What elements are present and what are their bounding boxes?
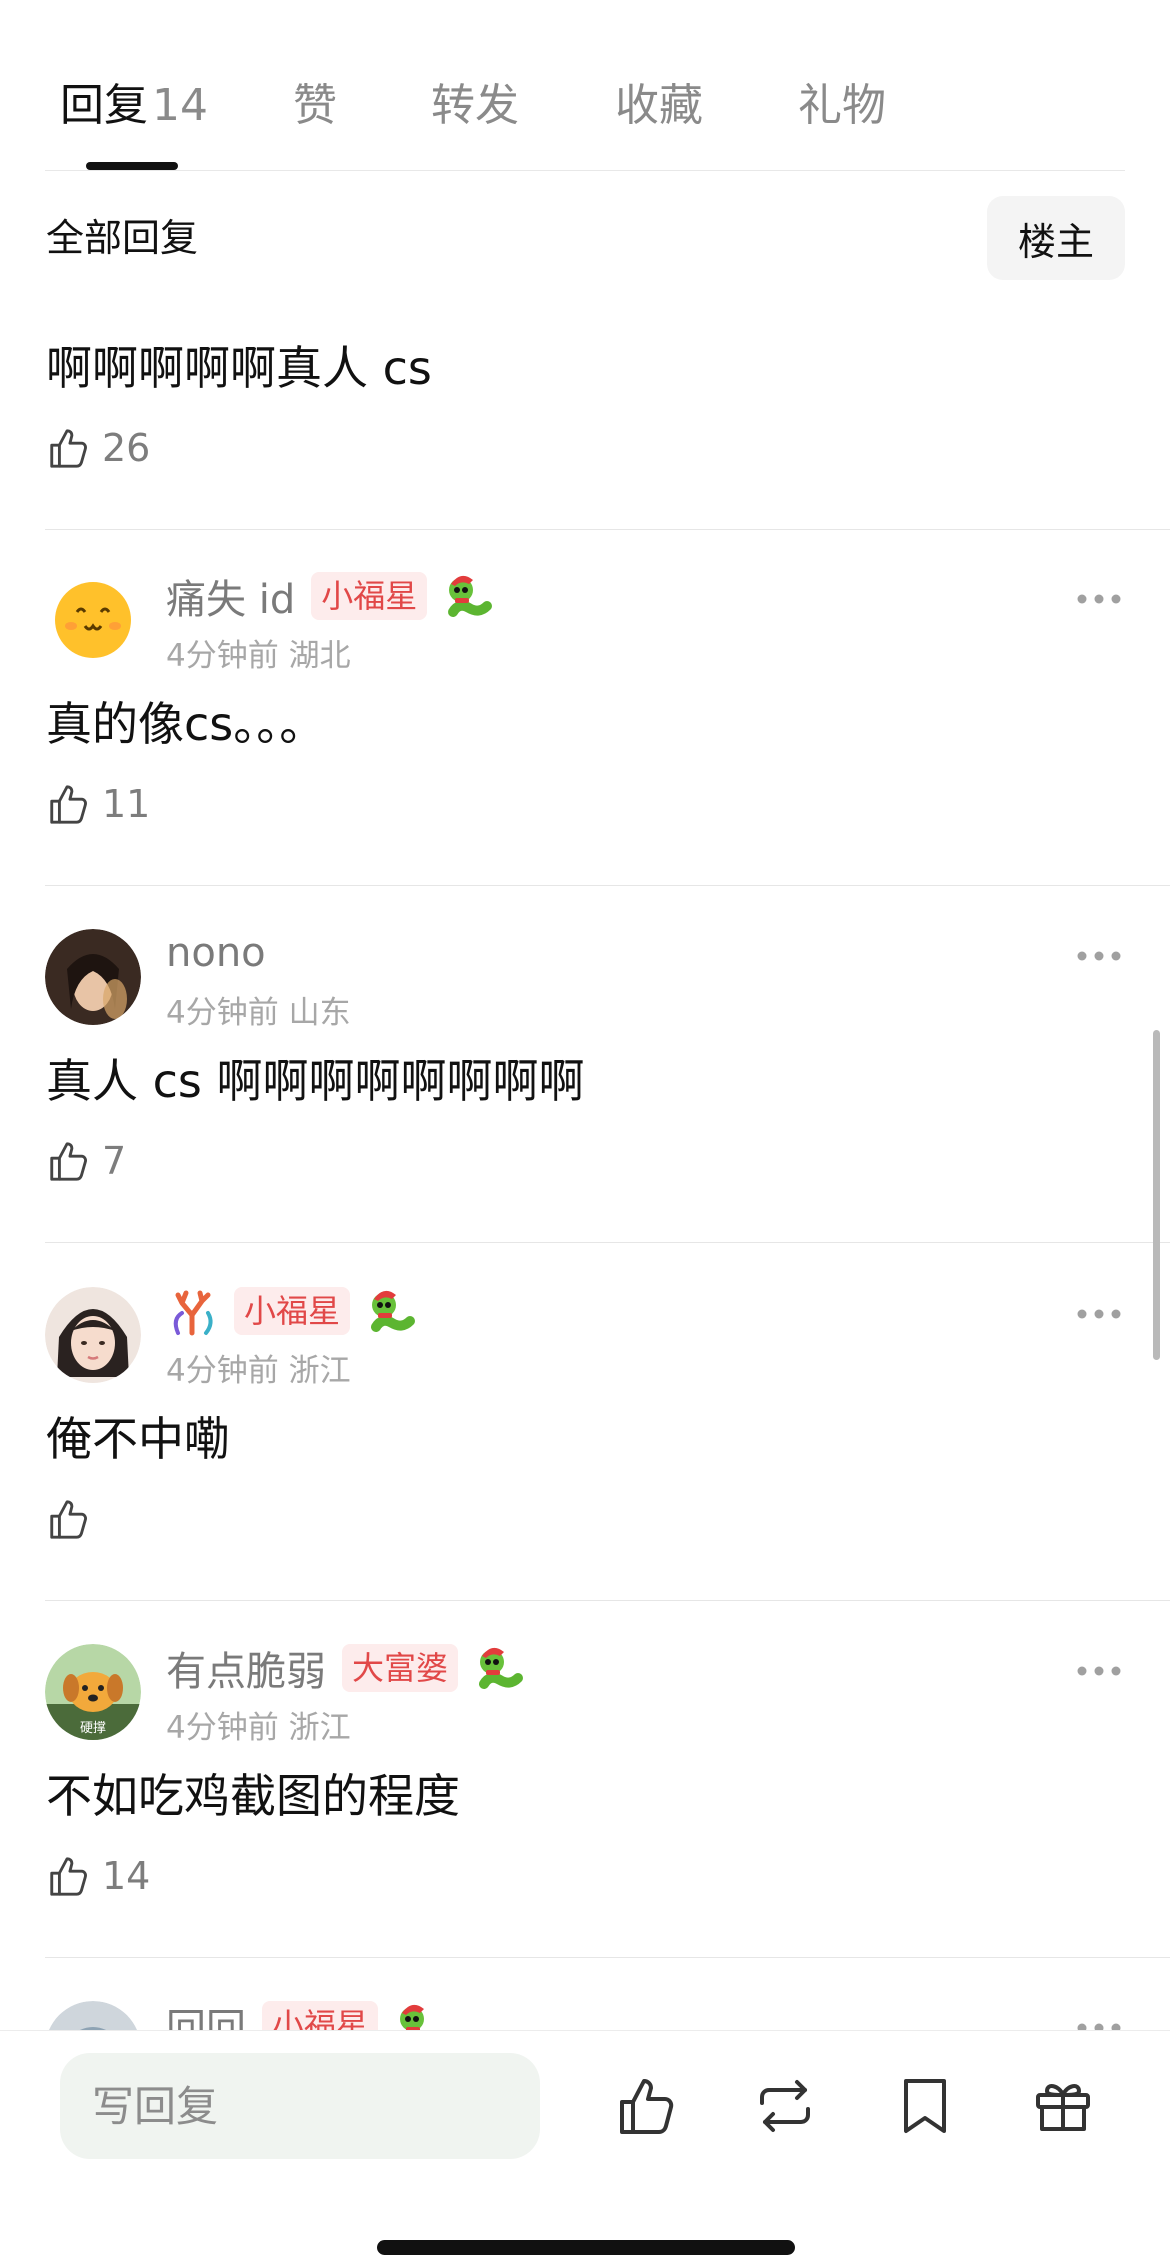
thumb-up-icon xyxy=(50,1142,87,1181)
comment-content: 真人 cs 啊啊啊啊啊啊啊啊 xyxy=(46,1054,585,1108)
thumb-up-icon xyxy=(50,429,87,468)
like-count: 26 xyxy=(102,426,151,470)
name-row: 回回 小福星 xyxy=(166,1997,448,2030)
username[interactable]: 有点脆弱 xyxy=(166,1639,326,1697)
comment-time: 4分钟前 xyxy=(166,995,279,1031)
like-count: 11 xyxy=(102,782,151,826)
comment-item: 痛失 id 小福星 4分钟前 湖北 真的像cs。。。 11 xyxy=(0,530,1170,886)
avatar[interactable] xyxy=(45,2001,141,2030)
snake-emoji-icon xyxy=(448,575,493,617)
comment-location: 浙江 xyxy=(288,1710,351,1746)
coral-emoji-icon xyxy=(173,1290,213,1336)
tab-replies-label: 回复 xyxy=(60,80,148,131)
status-badge: 小福星 xyxy=(234,1287,351,1335)
tab-likes[interactable]: 赞 xyxy=(293,78,337,134)
name-row: 小福星 xyxy=(166,1283,420,1339)
reply-input[interactable] xyxy=(60,2053,540,2159)
tab-reposts[interactable]: 转发 xyxy=(431,78,519,134)
snake-emoji-icon xyxy=(400,2004,439,2030)
tab-replies[interactable]: 回复14 xyxy=(60,78,208,134)
bookmark-icon[interactable] xyxy=(892,2073,958,2139)
avatar[interactable] xyxy=(45,572,141,668)
all-replies-title: 全部回复 xyxy=(46,216,199,260)
thumb-up-icon xyxy=(50,785,87,824)
like-count: 14 xyxy=(102,1854,151,1898)
comment-location: 山东 xyxy=(288,995,351,1031)
op-filter-button[interactable]: 楼主 xyxy=(987,196,1125,280)
comment-divider xyxy=(45,1600,1170,1601)
more-icon[interactable] xyxy=(1076,1664,1122,1678)
bottom-action-bar xyxy=(0,2030,1170,2259)
username[interactable]: nono xyxy=(166,930,266,976)
avatar-label: 硬撑 xyxy=(80,1721,106,1736)
more-icon[interactable] xyxy=(1076,1307,1122,1321)
tabs-divider xyxy=(45,170,1125,171)
thumb-up-icon xyxy=(50,1857,87,1896)
comment-content: 俺不中嘞 xyxy=(46,1412,230,1466)
like-button[interactable] xyxy=(46,1491,102,1547)
comment-meta: 4分钟前 浙江 xyxy=(166,1702,351,1747)
tab-bar: 回复14 赞 转发 收藏 礼物 xyxy=(0,0,1170,172)
name-row: 痛失 id 小福星 xyxy=(166,568,497,624)
thumb-up-icon xyxy=(50,1500,87,1539)
comment-item: 硬撑 有点脆弱 大富婆 4分钟前 浙江 不如吃鸡截图的程度 14 xyxy=(0,1602,1170,1958)
comment-meta: 4分钟前 山东 xyxy=(166,987,351,1032)
tab-favorites[interactable]: 收藏 xyxy=(615,78,703,134)
repost-icon[interactable] xyxy=(752,2073,818,2139)
comment-item: 小福星 4分钟前 浙江 俺不中嘞 xyxy=(0,1245,1170,1601)
snake-emoji-icon xyxy=(479,1647,524,1689)
more-icon[interactable] xyxy=(1076,2021,1122,2030)
tab-gifts[interactable]: 礼物 xyxy=(798,78,886,134)
name-row: 有点脆弱 大富婆 xyxy=(166,1640,528,1696)
scrollbar[interactable] xyxy=(1153,1030,1160,1360)
like-button[interactable]: 11 xyxy=(46,776,150,832)
avatar[interactable]: 硬撑 xyxy=(45,1644,141,1740)
comment-item: 回回 小福星 xyxy=(0,1959,1170,2030)
comment-content: 真的像cs。。。 xyxy=(46,697,326,751)
comment-time: 4分钟前 xyxy=(166,638,279,674)
avatar[interactable] xyxy=(45,1287,141,1383)
comment-content: 不如吃鸡截图的程度 xyxy=(46,1769,460,1823)
comment-list: 啊啊啊啊啊真人 cs 26 痛失 id 小福星 4分钟前 湖北 真的像cs。。。… xyxy=(0,290,1170,2030)
username[interactable]: 痛失 id xyxy=(166,567,295,625)
snake-emoji-icon xyxy=(371,1290,416,1332)
status-badge: 小福星 xyxy=(311,572,428,620)
comment-content: 啊啊啊啊啊真人 cs xyxy=(46,341,432,395)
tab-active-indicator xyxy=(86,162,178,170)
username[interactable]: 回回 xyxy=(166,1996,246,2030)
comment-location: 湖北 xyxy=(288,638,351,674)
comment-item: 啊啊啊啊啊真人 cs 26 xyxy=(0,290,1170,530)
like-button[interactable]: 14 xyxy=(46,1848,150,1904)
status-badge: 大富婆 xyxy=(342,1644,459,1692)
comment-divider xyxy=(45,885,1170,886)
name-row: nono xyxy=(166,925,282,981)
like-button[interactable]: 7 xyxy=(46,1133,126,1189)
comment-time: 4分钟前 xyxy=(166,1353,279,1389)
like-count: 7 xyxy=(102,1139,127,1183)
comment-location: 浙江 xyxy=(288,1353,351,1389)
comment-divider xyxy=(45,1957,1170,1958)
gift-icon[interactable] xyxy=(1030,2073,1096,2139)
comment-meta: 4分钟前 湖北 xyxy=(166,630,351,675)
like-button[interactable]: 26 xyxy=(46,420,150,476)
status-badge: 小福星 xyxy=(262,2001,379,2030)
comment-time: 4分钟前 xyxy=(166,1710,279,1746)
home-indicator xyxy=(377,2240,795,2255)
more-icon[interactable] xyxy=(1076,949,1122,963)
comment-meta: 4分钟前 浙江 xyxy=(166,1345,351,1390)
more-icon[interactable] xyxy=(1076,592,1122,606)
comment-item: nono 4分钟前 山东 真人 cs 啊啊啊啊啊啊啊啊 7 xyxy=(0,887,1170,1243)
avatar[interactable] xyxy=(45,929,141,1025)
comment-divider xyxy=(45,1242,1170,1243)
tab-replies-count: 14 xyxy=(152,80,208,131)
thumb-up-icon[interactable] xyxy=(614,2073,680,2139)
